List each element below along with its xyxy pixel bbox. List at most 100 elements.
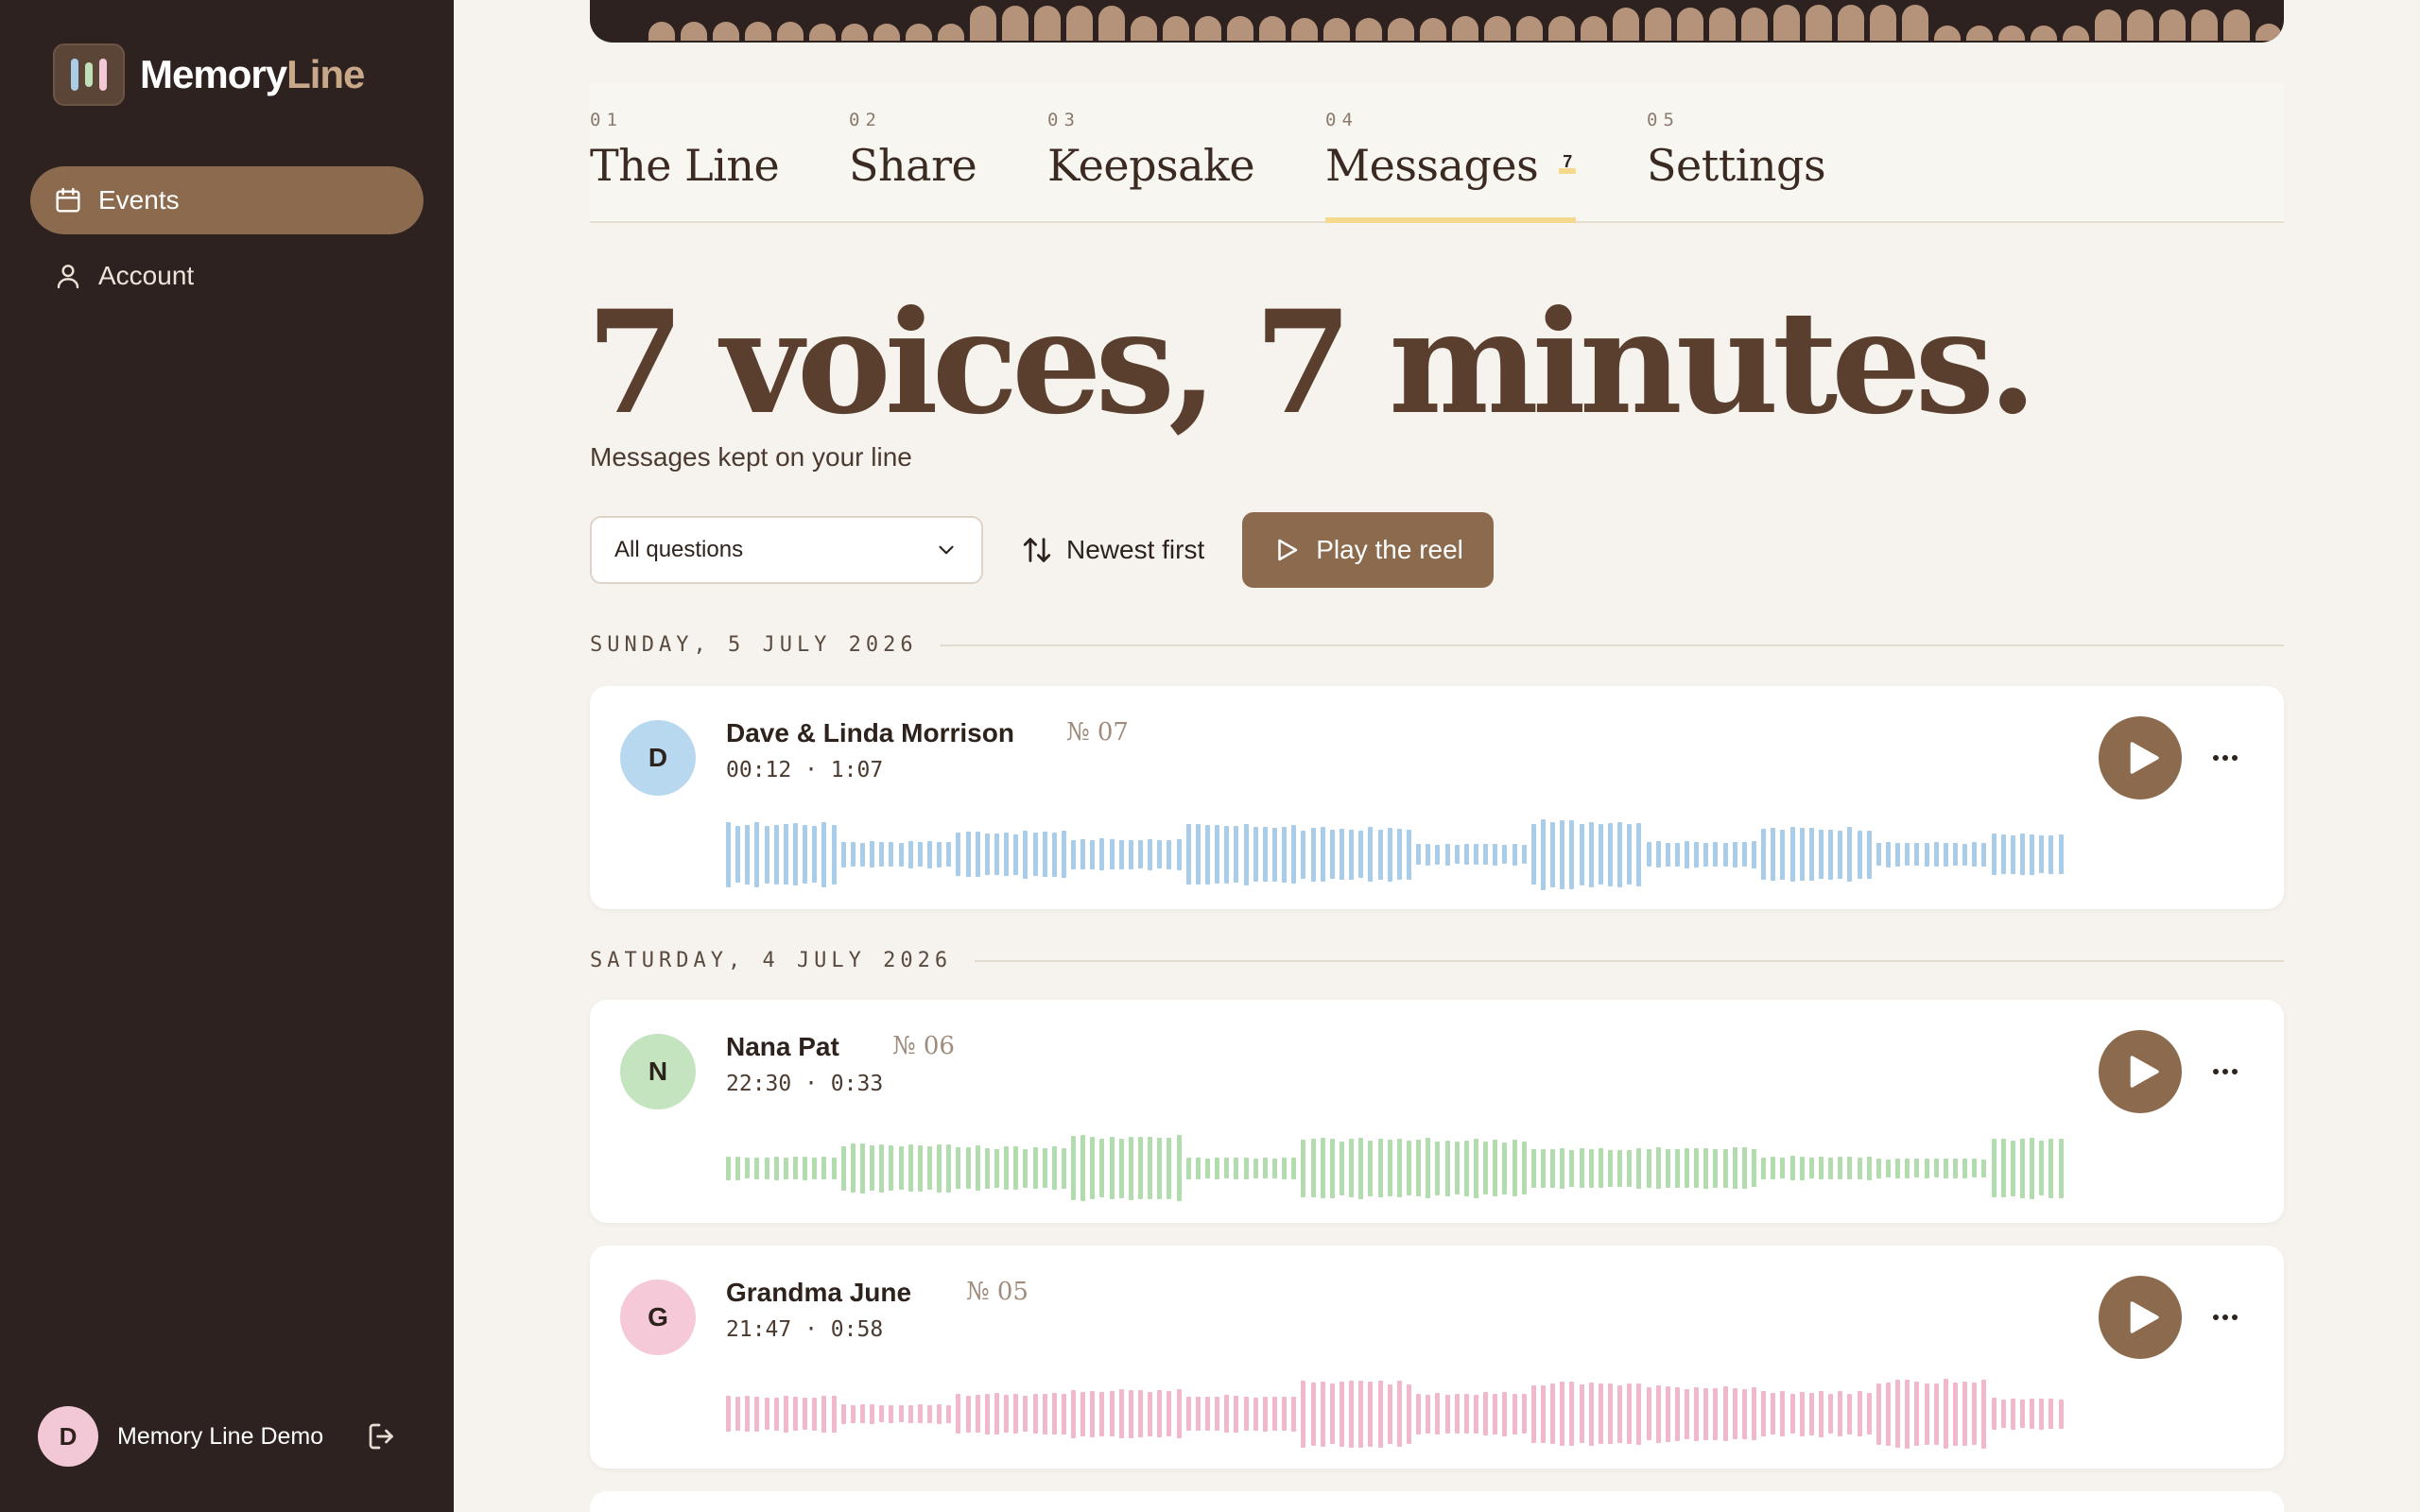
tab-number: 04: [1325, 110, 1358, 130]
waveform-bar: [1569, 819, 1575, 889]
waveform-bar: [1857, 1391, 1862, 1436]
waveform-bar: [1301, 830, 1306, 879]
waveform-bar: [1665, 1385, 1670, 1442]
waveform-bar: [1799, 1391, 1805, 1436]
play-icon: [2130, 742, 2159, 774]
hero-waveform: [648, 5, 2282, 41]
avatar[interactable]: D: [38, 1406, 98, 1467]
play-button[interactable]: [2099, 716, 2182, 799]
waveform-bar: [1205, 1397, 1211, 1431]
waveform-bar: [2019, 833, 2025, 875]
waveform-bar: [735, 1397, 741, 1431]
play-button[interactable]: [2099, 1030, 2182, 1113]
message-card[interactable]: N Nana Pat № 06 22:30 · 0:33: [590, 1000, 2284, 1223]
waveform-bar: [1099, 838, 1105, 870]
waveform-bar: [1483, 1142, 1489, 1194]
brand-logo[interactable]: MemoryLine: [53, 43, 365, 106]
tab-share[interactable]: 02 Share: [849, 110, 977, 223]
sidebar-item-events[interactable]: Events: [30, 166, 424, 234]
waveform-bar: [2039, 1141, 2045, 1195]
waveform-bar: [1838, 1157, 1843, 1179]
message-meta: 22:30 · 0:33: [726, 1072, 884, 1096]
message-card[interactable]: D Dave & Linda Morrison № 07 00:12 · 1:0…: [590, 686, 2284, 909]
waveform-bar: [917, 1144, 923, 1192]
waveform-bar: [1473, 1394, 1478, 1434]
hero-waveform-bar: [1356, 18, 1382, 41]
waveform-bar: [1780, 1391, 1786, 1436]
hero-waveform-bar: [1066, 6, 1093, 41]
waveform-bar: [735, 826, 741, 883]
waveform-bar: [764, 1398, 769, 1430]
waveform-bar: [1502, 845, 1508, 864]
waveform-bar: [1752, 840, 1757, 868]
sidebar-item-account[interactable]: Account: [30, 242, 424, 310]
play-reel-button[interactable]: Play the reel: [1242, 512, 1494, 588]
waveform-bar: [1828, 829, 1834, 880]
hero-waveform-bar: [648, 22, 675, 41]
ellipsis-icon: [2213, 1069, 2238, 1074]
waveform-bar: [1655, 1147, 1661, 1189]
waveform-bar: [1847, 1393, 1853, 1435]
waveform-bar: [1224, 1395, 1230, 1433]
waveform-bar: [1991, 1139, 1996, 1197]
waveform-bar: [1732, 1388, 1737, 1439]
waveform-bar: [1167, 1137, 1172, 1199]
tab-settings[interactable]: 05 Settings: [1647, 110, 1826, 223]
waveform-bar: [1320, 1138, 1325, 1198]
waveform-bar: [1387, 827, 1392, 882]
tab-the-line[interactable]: 01 The Line: [590, 110, 780, 223]
waveform-bar: [1617, 1149, 1623, 1187]
waveform-bar: [1301, 1139, 1306, 1197]
sender-name: Nana Pat: [726, 1032, 839, 1061]
waveform-bar: [1924, 1158, 1929, 1178]
waveform-bar: [1493, 1393, 1498, 1435]
tab-messages[interactable]: 04 Messages 7: [1325, 110, 1576, 223]
waveform-bar: [1588, 1148, 1594, 1188]
play-button[interactable]: [2099, 1276, 2182, 1359]
waveform-bar: [1090, 1137, 1096, 1199]
waveform-bar: [984, 1147, 990, 1189]
waveform-bar: [2000, 1139, 2006, 1197]
waveform-bar: [840, 1403, 846, 1424]
tab-keepsake[interactable]: 03 Keepsake: [1047, 110, 1255, 223]
waveform-bar: [1703, 1147, 1709, 1189]
waveform-bar: [898, 842, 904, 867]
waveform-bar: [1291, 1396, 1297, 1432]
more-options-button[interactable]: [2206, 739, 2244, 777]
waveform-bar: [1358, 831, 1364, 878]
sort-button[interactable]: Newest first: [1021, 534, 1204, 566]
more-options-button[interactable]: [2206, 1053, 2244, 1091]
more-options-button[interactable]: [2206, 1298, 2244, 1336]
waveform-bar: [1530, 1384, 1536, 1443]
waveform-bar: [1981, 1159, 1987, 1177]
waveform-bar: [1607, 1383, 1613, 1444]
hero-waveform-bar: [713, 22, 739, 41]
message-number: № 06: [892, 1032, 955, 1060]
message-card-partial[interactable]: [590, 1491, 2284, 1512]
waveform-bar: [1340, 829, 1344, 880]
audio-waveform[interactable]: [726, 818, 2065, 890]
waveform-bar: [1176, 1135, 1182, 1201]
waveform-bar: [850, 1404, 856, 1423]
waveform-bar: [1473, 844, 1478, 865]
waveform-bar: [1215, 825, 1220, 884]
waveform-bar: [1444, 1140, 1450, 1196]
waveform-bar: [2039, 835, 2045, 873]
waveform-bar: [1685, 840, 1690, 868]
waveform-bar: [898, 1146, 904, 1190]
waveform-bar: [2030, 1137, 2035, 1199]
logout-icon[interactable]: [365, 1419, 399, 1453]
message-time: 00:12: [726, 758, 792, 782]
waveform-bar: [726, 821, 731, 887]
message-card[interactable]: G Grandma June № 05 21:47 · 0:58: [590, 1246, 2284, 1469]
waveform-bar: [1789, 1156, 1795, 1180]
audio-waveform[interactable]: [726, 1378, 2065, 1450]
waveform-bar: [1627, 1149, 1633, 1187]
tab-label: Settings: [1647, 140, 1826, 191]
waveform-bar: [812, 826, 818, 883]
play-icon: [2130, 1301, 2159, 1333]
audio-waveform[interactable]: [726, 1132, 2065, 1204]
waveform-bar: [1080, 839, 1086, 869]
waveform-bar: [1943, 1158, 1948, 1178]
question-filter-select[interactable]: All questions: [590, 516, 983, 584]
